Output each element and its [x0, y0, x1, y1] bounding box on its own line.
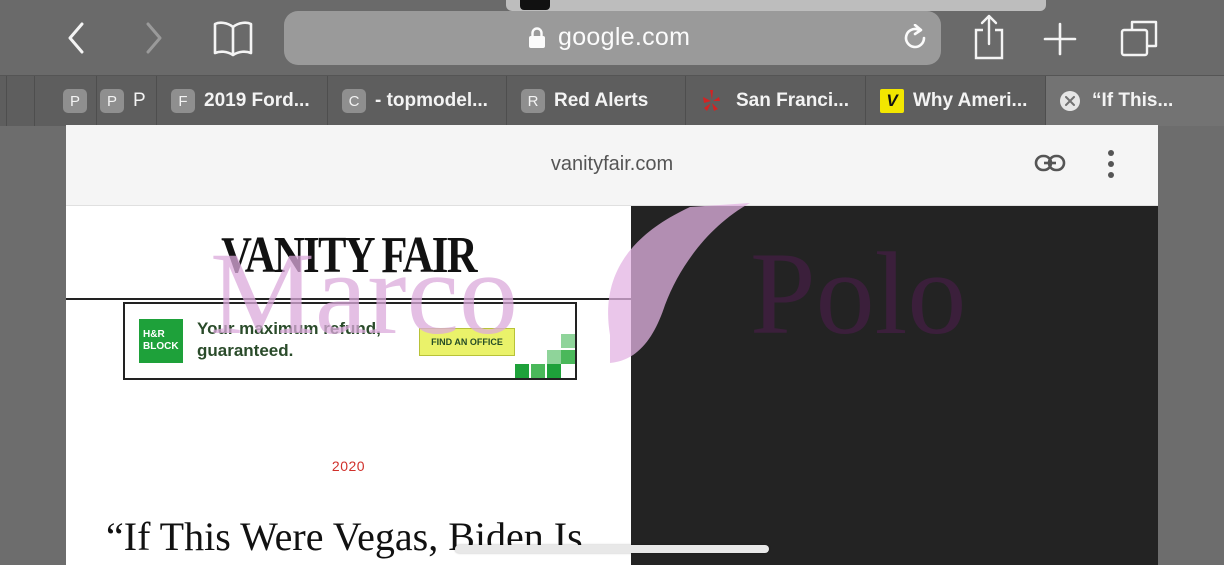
- tab-label: P: [133, 90, 146, 111]
- bookmarks-icon[interactable]: [210, 17, 256, 59]
- tab-item-active[interactable]: “If This...: [1045, 76, 1224, 126]
- ad-cta-button[interactable]: FIND AN OFFICE: [419, 328, 515, 356]
- favicon-badge: C: [342, 89, 366, 113]
- site-logo[interactable]: VANITY FAIR: [117, 226, 580, 285]
- home-indicator[interactable]: [455, 545, 769, 553]
- brand-logo: H&R BLOCK: [139, 319, 183, 363]
- section-tag[interactable]: 2020: [66, 458, 631, 474]
- tab-item[interactable]: [6, 76, 35, 126]
- advertisement-banner[interactable]: H&R BLOCK Your maximum refund, guarantee…: [123, 302, 577, 380]
- back-icon[interactable]: [60, 20, 92, 56]
- reload-icon[interactable]: [901, 24, 929, 52]
- new-tab-icon[interactable]: [1040, 20, 1080, 58]
- forward-icon[interactable]: [138, 20, 170, 56]
- tab-label: 2019 Ford...: [204, 90, 310, 111]
- address-bar[interactable]: google.com: [284, 11, 941, 65]
- tab-strip: P P P F 2019 Ford... C - topmodel... R R…: [0, 75, 1224, 126]
- tab-item[interactable]: P P: [96, 76, 156, 126]
- favicon-badge: P: [63, 89, 87, 113]
- divider: [66, 298, 631, 300]
- vox-icon: V: [880, 89, 904, 113]
- site-domain: vanityfair.com: [550, 153, 674, 175]
- link-icon[interactable]: [1034, 152, 1066, 174]
- ad-decoration: [515, 334, 575, 378]
- favicon-badge: P: [100, 89, 124, 113]
- ad-message: Your maximum refund, guaranteed.: [197, 319, 381, 360]
- amp-header: vanityfair.com: [66, 125, 1158, 206]
- more-options-icon[interactable]: [1106, 149, 1116, 179]
- share-icon[interactable]: [970, 12, 1008, 62]
- close-icon[interactable]: [1060, 91, 1080, 111]
- status-notch: [506, 0, 1046, 11]
- tab-item[interactable]: R Red Alerts: [506, 76, 685, 126]
- tab-label: Red Alerts: [554, 90, 649, 111]
- article-column: VANITY FAIR H&R BLOCK Your maximum refun…: [66, 206, 631, 565]
- tab-item[interactable]: San Franci...: [685, 76, 865, 126]
- tab-item[interactable]: F 2019 Ford...: [156, 76, 327, 126]
- tab-label: Why Ameri...: [913, 90, 1028, 111]
- browser-toolbar: google.com: [0, 0, 1224, 75]
- tabs-icon[interactable]: [1118, 16, 1162, 60]
- tab-item[interactable]: P: [34, 76, 96, 126]
- tab-item[interactable]: C - topmodel...: [327, 76, 506, 126]
- video-panel: [631, 206, 1158, 565]
- tab-label: “If This...: [1092, 90, 1174, 111]
- yelp-icon: [700, 89, 724, 113]
- web-page: vanityfair.com VANITY FAIR H&R BLOCK You…: [66, 125, 1158, 565]
- favicon-badge: R: [521, 89, 545, 113]
- tab-label: San Franci...: [736, 90, 849, 111]
- tab-item[interactable]: V Why Ameri...: [865, 76, 1045, 126]
- tab-label: - topmodel...: [375, 90, 488, 111]
- favicon-badge: F: [171, 89, 195, 113]
- url-host: google.com: [558, 23, 691, 51]
- lock-icon: [529, 27, 545, 48]
